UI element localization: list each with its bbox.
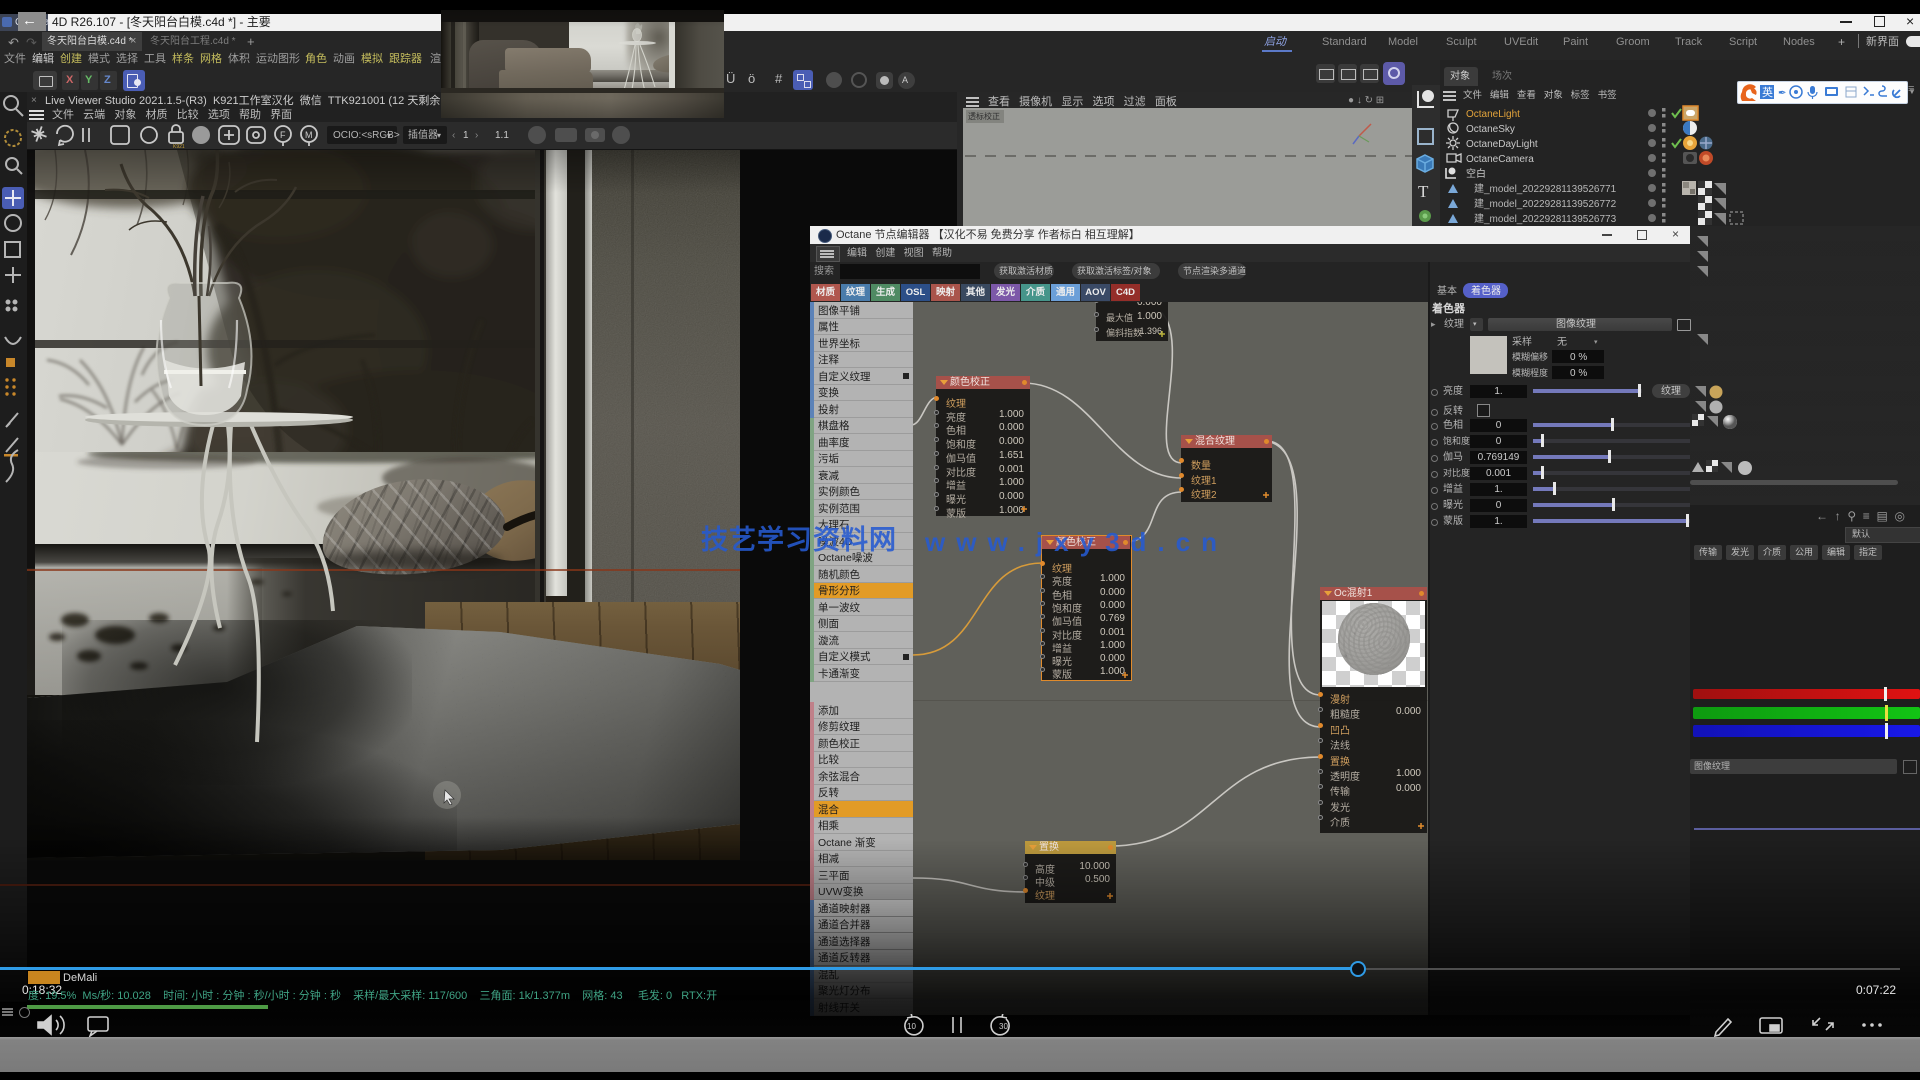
- svg-text:T: T: [1418, 182, 1429, 201]
- svg-text:M: M: [305, 130, 313, 140]
- svg-text:空白: 空白: [1466, 167, 1486, 180]
- svg-text:建_model_20229281139526773: 建_model_20229281139526773: [1474, 212, 1617, 225]
- svg-text:建_model_20229281139526772: 建_model_20229281139526772: [1474, 197, 1617, 210]
- svg-text:▾: ▾: [387, 131, 391, 140]
- svg-text:▾: ▾: [437, 131, 441, 140]
- svg-text:建_model_20229281139526771: 建_model_20229281139526771: [1474, 182, 1617, 195]
- svg-text:✒: ✒: [1778, 88, 1786, 99]
- svg-text:OctaneCamera: OctaneCamera: [1466, 154, 1534, 165]
- svg-text:OctaneLight: OctaneLight: [1466, 109, 1520, 120]
- svg-text:1: 1: [463, 130, 469, 141]
- svg-text:›: ›: [475, 130, 478, 141]
- svg-text:1.1: 1.1: [495, 130, 509, 141]
- svg-text:F: F: [280, 130, 286, 140]
- svg-text:OctaneSky: OctaneSky: [1466, 124, 1515, 135]
- svg-text:插值器: 插值器: [408, 128, 438, 141]
- svg-text:OctaneDayLight: OctaneDayLight: [1466, 139, 1538, 150]
- svg-text:‹: ‹: [452, 130, 455, 141]
- svg-text:英: 英: [1762, 85, 1773, 99]
